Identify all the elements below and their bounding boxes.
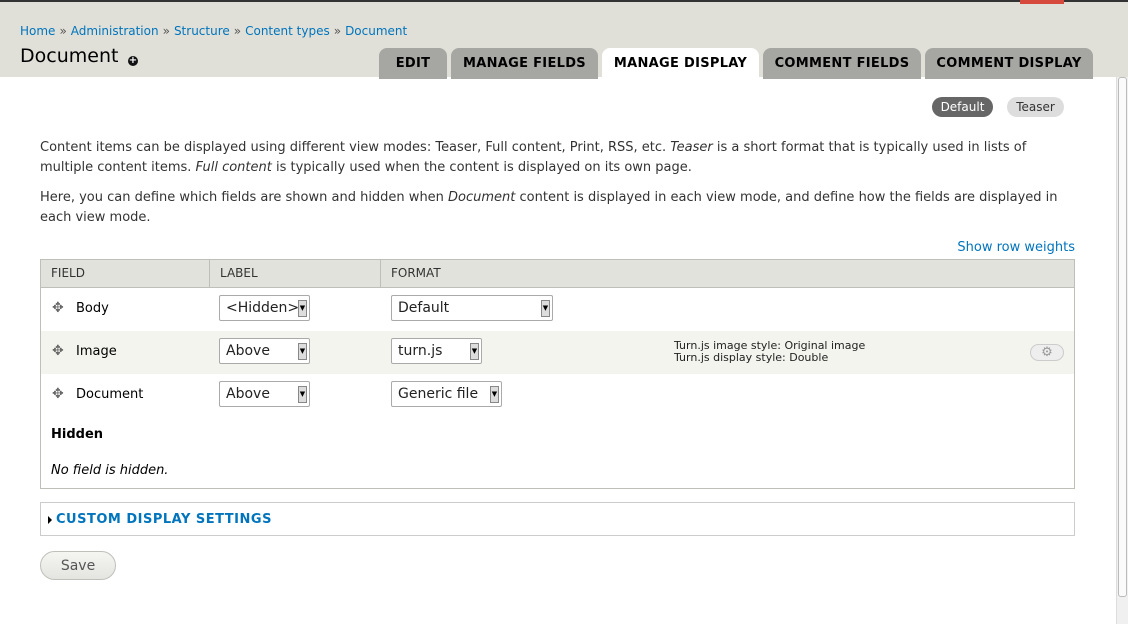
scrollbar[interactable] <box>1116 77 1128 624</box>
tab-comment-display[interactable]: COMMENT DISPLAY <box>925 48 1093 79</box>
field-display-table: FIELD LABEL FORMAT ✥ Body <Hidden> ▼ Defa… <box>40 259 1075 489</box>
table-header: FIELD LABEL FORMAT <box>41 260 1074 288</box>
breadcrumb-separator: » <box>333 24 342 38</box>
breadcrumb-structure[interactable]: Structure <box>174 24 230 38</box>
breadcrumb-separator: » <box>59 24 67 38</box>
chevron-down-icon: ▼ <box>298 300 307 317</box>
field-name: Body <box>76 301 109 316</box>
description-view-modes: Content items can be displayed using dif… <box>40 140 1027 175</box>
move-icon[interactable]: ✥ <box>52 301 66 315</box>
chevron-down-icon: ▼ <box>470 343 479 360</box>
formatter-summary: Turn.js image style: Original image Turn… <box>674 340 865 364</box>
gear-icon[interactable]: ⚙ <box>1030 344 1064 361</box>
breadcrumb-content-types[interactable]: Content types <box>245 24 330 38</box>
breadcrumb-home[interactable]: Home <box>20 24 55 38</box>
page-header: Home» Administration» Structure» Content ty… <box>0 0 1128 79</box>
show-row-weights-link[interactable]: Show row weights <box>957 240 1075 255</box>
chevron-down-icon: ▼ <box>298 386 307 403</box>
chevron-down-icon: ▼ <box>541 300 550 317</box>
page-title: Document <box>20 45 119 67</box>
format-select[interactable]: Generic file ▼ <box>391 381 502 407</box>
move-icon[interactable]: ✥ <box>52 387 66 401</box>
custom-display-settings-legend[interactable]: CUSTOM DISPLAY SETTINGS <box>56 512 272 527</box>
format-select[interactable]: turn.js ▼ <box>391 338 482 364</box>
chevron-down-icon: ▼ <box>490 386 499 403</box>
tab-comment-fields[interactable]: COMMENT FIELDS <box>763 48 921 79</box>
field-name: Document <box>76 387 144 402</box>
header-label: LABEL <box>209 260 258 287</box>
breadcrumb-separator: » <box>162 24 170 38</box>
hidden-region-title: Hidden <box>51 427 104 442</box>
tab-manage-fields[interactable]: MANAGE FIELDS <box>451 48 598 79</box>
view-mode-teaser-button[interactable]: Teaser <box>1007 97 1064 117</box>
plus-circle-icon[interactable]: + <box>128 56 138 66</box>
table-row: ✥ Document Above ▼ Generic file ▼ <box>41 374 1074 417</box>
table-row: ✥ Image Above ▼ turn.js ▼ Turn.js image st… <box>41 331 1074 374</box>
tab-edit[interactable]: EDIT <box>379 48 447 79</box>
chevron-down-icon: ▼ <box>298 343 307 360</box>
header-field: FIELD <box>51 266 85 280</box>
field-name: Image <box>76 344 117 359</box>
breadcrumb: Home» Administration» Structure» Content ty… <box>20 24 407 38</box>
custom-display-settings[interactable]: CUSTOM DISPLAY SETTINGS <box>40 502 1075 536</box>
summary-display-style: Turn.js display style: Double <box>674 351 829 364</box>
table-row: ✥ Body <Hidden> ▼ Default ▼ <box>41 288 1074 331</box>
label-select[interactable]: <Hidden> ▼ <box>219 295 310 321</box>
breadcrumb-administration[interactable]: Administration <box>71 24 159 38</box>
label-select[interactable]: Above ▼ <box>219 381 310 407</box>
hidden-region-empty: No field is hidden. <box>51 463 169 478</box>
label-select[interactable]: Above ▼ <box>219 338 310 364</box>
view-mode-default-button[interactable]: Default <box>932 97 993 117</box>
triangle-right-icon <box>48 516 52 524</box>
toolbar-indicator <box>1020 0 1064 4</box>
format-select[interactable]: Default ▼ <box>391 295 553 321</box>
description-fields: Here, you can define which fields are sh… <box>40 190 1058 225</box>
tab-manage-display[interactable]: MANAGE DISPLAY <box>602 48 759 79</box>
scrollbar-thumb[interactable] <box>1118 77 1127 597</box>
breadcrumb-separator: » <box>233 24 242 38</box>
breadcrumb-document[interactable]: Document <box>345 24 407 38</box>
save-button[interactable]: Save <box>40 551 116 580</box>
header-format: FORMAT <box>380 260 441 287</box>
move-icon[interactable]: ✥ <box>52 344 66 358</box>
